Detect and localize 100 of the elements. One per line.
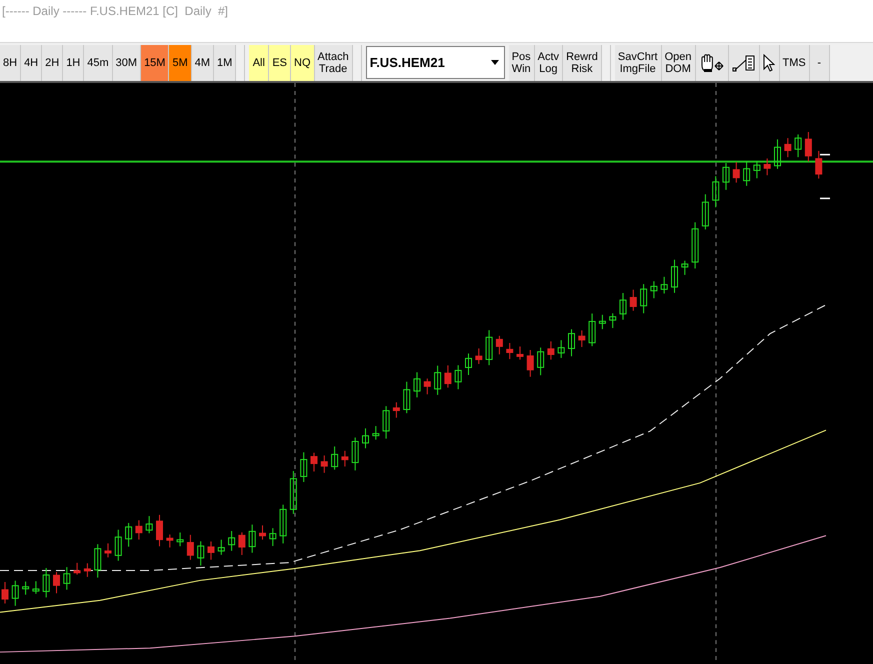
toolbar-button[interactable]: -	[810, 45, 830, 81]
candlestick	[815, 150, 822, 180]
candlestick	[176, 532, 184, 547]
toolbar-button[interactable]: 2H	[42, 45, 64, 81]
candlestick	[125, 522, 132, 548]
candlestick	[269, 528, 276, 547]
pointer-icon	[763, 54, 776, 72]
candlestick	[454, 364, 462, 390]
candlestick	[32, 580, 40, 594]
candlestick	[310, 452, 318, 472]
candlestick	[609, 312, 616, 329]
candlestick	[53, 572, 60, 594]
candlestick	[218, 539, 225, 556]
toolbar-button[interactable]: ES	[269, 45, 291, 81]
toolbar-button[interactable]: Attach Trade	[314, 45, 353, 81]
candlestick	[259, 524, 266, 540]
candlestick	[692, 222, 699, 269]
candlestick	[712, 176, 720, 208]
candlestick	[743, 160, 750, 186]
candlestick	[63, 566, 70, 590]
candlestick	[516, 346, 524, 360]
tick-mark	[820, 154, 830, 156]
candlestick	[248, 524, 256, 554]
candlestick	[794, 134, 802, 158]
candlestick	[424, 378, 431, 395]
toolbar-button[interactable]: NQ	[291, 45, 314, 81]
candlestick	[434, 365, 442, 396]
candlestick	[722, 162, 730, 190]
toolbar-button[interactable]: TMS	[780, 45, 810, 81]
candlestick	[135, 520, 142, 540]
line-calculator-icon	[732, 53, 756, 73]
candlestick	[403, 381, 410, 414]
candlestick	[392, 402, 400, 418]
candlestick	[598, 314, 606, 330]
toolbar-button[interactable]: 5M	[169, 45, 192, 81]
candlestick	[94, 544, 102, 578]
candlestick	[444, 364, 452, 388]
toolbar-button[interactable]: 8H	[0, 45, 22, 81]
candlestick	[280, 504, 287, 544]
candlestick	[774, 138, 781, 170]
candlestick	[465, 353, 472, 376]
candlestick	[547, 340, 554, 360]
tool-button[interactable]	[696, 45, 729, 81]
candlestick	[104, 542, 112, 558]
candlestick	[506, 342, 514, 360]
candlestick	[732, 162, 740, 184]
candlestick	[414, 372, 420, 398]
toolbar-button[interactable]: 15M	[141, 45, 170, 81]
candlestick	[382, 406, 390, 440]
candlestick	[660, 276, 668, 294]
toolbar-button[interactable]: 1H	[63, 45, 84, 81]
candlestick	[526, 350, 534, 378]
toolbar-button[interactable]: Open DOM	[662, 45, 696, 81]
candlestick	[671, 259, 678, 294]
tool-button[interactable]	[760, 45, 780, 81]
candlestick	[341, 450, 348, 467]
candlestick	[681, 260, 688, 276]
toolbar-button[interactable]: Pos Win	[508, 45, 535, 81]
window-title: [------ Daily ------ F.US.HEM21 [C] Daily #]	[1, 3, 229, 20]
candlestick	[362, 428, 369, 449]
candlestick	[753, 160, 760, 179]
candlestick	[578, 330, 586, 348]
candlestick	[2, 581, 8, 604]
candlestick	[12, 580, 19, 606]
toolbar-button[interactable]: SavChrt ImgFile	[614, 45, 662, 81]
candlestick	[475, 348, 482, 364]
candlestick	[650, 280, 658, 299]
candlestick	[352, 437, 359, 471]
toolbar-button[interactable]: Rewrd Risk	[563, 45, 602, 81]
candlestick	[764, 158, 771, 176]
candlestick	[228, 530, 236, 552]
candlestick	[114, 529, 122, 562]
toolbar-button[interactable]: 45m	[84, 45, 113, 81]
tick-mark	[820, 198, 830, 200]
candlestick	[804, 132, 812, 162]
candlestick	[496, 335, 503, 355]
candlestick	[640, 284, 648, 314]
candlestick	[22, 581, 30, 596]
candlestick	[320, 454, 328, 474]
candlestick	[197, 540, 204, 566]
tool-button[interactable]	[728, 45, 760, 81]
toolbar-button[interactable]: 4H	[21, 45, 42, 81]
toolbar-button[interactable]: 30M	[112, 45, 142, 81]
candlestick	[537, 347, 544, 376]
candlestick	[208, 541, 214, 560]
candlestick	[568, 328, 575, 357]
candlestick	[620, 292, 626, 320]
candlestick	[84, 562, 91, 578]
candlestick	[300, 452, 308, 482]
candlestick	[588, 313, 596, 347]
candlestick	[146, 516, 153, 534]
toolbar-button[interactable]: 4M	[192, 45, 214, 81]
candlestick	[42, 568, 50, 598]
toolbar-button[interactable]: 1M	[214, 45, 236, 81]
toolbar-button[interactable]: Actv Log	[534, 45, 564, 81]
candlestick	[702, 194, 709, 230]
hand-move-icon	[698, 53, 725, 73]
candlestick	[486, 330, 493, 366]
candlestick	[784, 138, 792, 158]
toolbar-button[interactable]: All	[249, 45, 270, 81]
